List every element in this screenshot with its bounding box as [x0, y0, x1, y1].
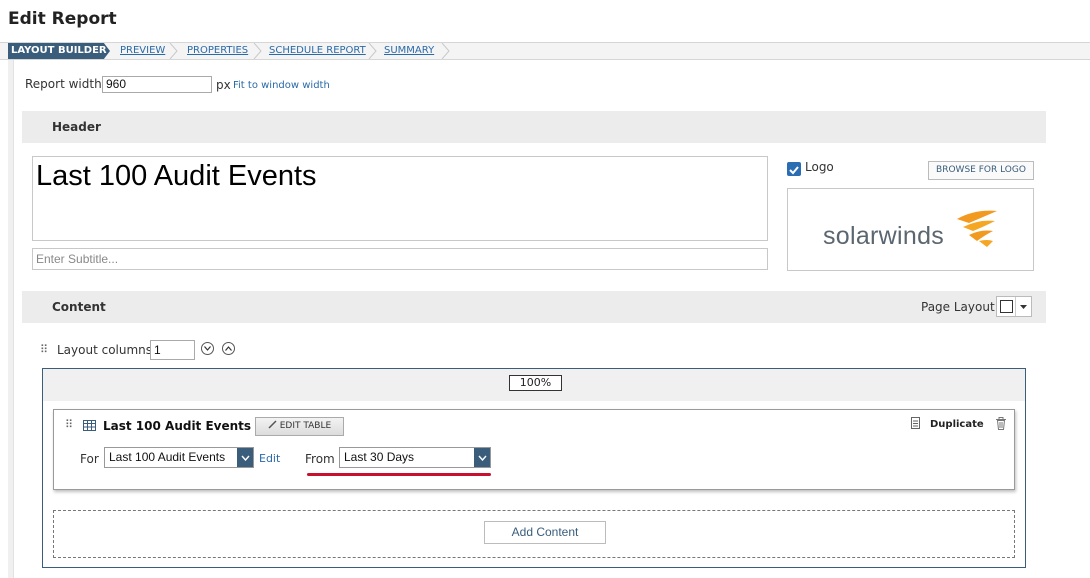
increase-columns-button[interactable] [222, 342, 235, 355]
column-width-band: 100% [43, 369, 1025, 401]
pencil-icon [268, 420, 277, 429]
checkmark-icon [789, 166, 799, 175]
logo-label: Logo [805, 160, 834, 174]
step-preview[interactable]: PREVIEW [120, 43, 165, 59]
page-title: Edit Report [8, 9, 117, 29]
wizard-steps: LAYOUT BUILDER PREVIEW PROPERTIES SCHEDU… [0, 42, 1090, 60]
step-summary[interactable]: SUMMARY [384, 43, 434, 59]
fit-to-window-link[interactable]: Fit to window width [233, 80, 330, 91]
duplicate-button[interactable]: Duplicate [930, 419, 984, 430]
datasource-select[interactable]: Last 100 Audit Events [104, 447, 254, 468]
drag-handle-icon[interactable]: ⠿ [40, 343, 48, 356]
add-content-dropzone: Add Content [53, 510, 1015, 558]
table-icon [83, 420, 96, 431]
time-period-value: Last 30 Days [344, 450, 415, 464]
datasource-value: Last 100 Audit Events [109, 450, 226, 464]
duplicate-icon[interactable] [911, 417, 922, 430]
logo-wordmark: solarwinds [823, 222, 945, 250]
header-section-heading: Header [22, 111, 1046, 143]
from-label: From [305, 452, 335, 466]
column-width-indicator[interactable]: 100% [509, 375, 562, 391]
time-period-select[interactable]: Last 30 Days [339, 447, 491, 468]
edit-table-button[interactable]: EDIT TABLE [255, 417, 344, 436]
card-title: Last 100 Audit Events [103, 419, 252, 433]
layout-swatch-icon [1000, 300, 1013, 313]
report-subtitle-input[interactable]: Enter Subtitle... [32, 248, 768, 270]
logo-preview: solarwinds [787, 188, 1034, 271]
edit-datasource-link[interactable]: Edit [259, 452, 280, 465]
chevron-down-icon [474, 448, 490, 467]
chevron-down-icon [204, 346, 211, 351]
edit-table-label: EDIT TABLE [279, 421, 332, 431]
caret-down-icon [1020, 305, 1027, 309]
chevron-right-icon [368, 43, 378, 59]
highlight-underline [307, 473, 491, 476]
report-width-unit: px [216, 78, 231, 92]
trash-icon[interactable] [995, 417, 1007, 430]
page-layout-label: Page Layout [921, 300, 995, 314]
step-properties[interactable]: PROPERTIES [187, 43, 248, 59]
step-layout-builder[interactable]: LAYOUT BUILDER [8, 43, 110, 59]
report-title-input[interactable]: Last 100 Audit Events [32, 156, 768, 241]
left-gutter [8, 60, 14, 578]
layout-columns-input[interactable]: 1 [150, 340, 195, 360]
chevron-down-icon [237, 448, 253, 467]
decrease-columns-button[interactable] [201, 342, 214, 355]
logo-checkbox[interactable] [787, 162, 801, 176]
content-card: ⠿ Last 100 Audit Events EDIT TABLE Dupli… [53, 409, 1015, 490]
add-content-button[interactable]: Add Content [484, 521, 606, 544]
layout-columns-label: Layout columns [57, 343, 153, 357]
drag-handle-icon[interactable]: ⠿ [65, 418, 73, 431]
browse-for-logo-button[interactable]: BROWSE FOR LOGO [928, 161, 1034, 180]
report-width-input[interactable]: 960 [102, 76, 212, 93]
chevron-right-icon [169, 43, 179, 59]
chevron-right-icon [253, 43, 263, 59]
page-layout-dropdown[interactable] [996, 296, 1032, 317]
step-schedule-report[interactable]: SCHEDULE REPORT [269, 43, 366, 59]
content-section-heading: Content [22, 291, 1046, 323]
report-width-label: Report width [25, 77, 102, 91]
chevron-right-icon [441, 43, 451, 59]
for-label: For [80, 452, 99, 466]
chevron-up-icon [225, 346, 232, 351]
solarwinds-logo-icon [957, 210, 997, 247]
